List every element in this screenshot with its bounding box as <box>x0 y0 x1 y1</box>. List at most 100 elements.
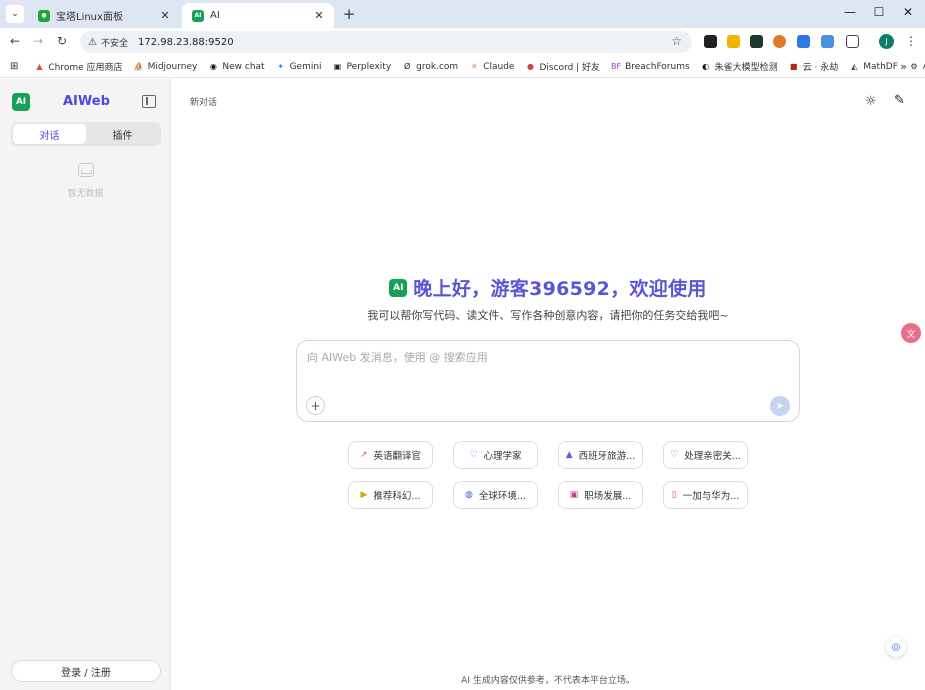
extension-icon[interactable] <box>821 35 834 48</box>
tab-plugins[interactable]: 插件 <box>86 124 159 144</box>
app-logo-icon: AI <box>12 93 30 111</box>
bookmark-item[interactable]: Øgrok.com <box>402 62 458 72</box>
bookmark-favicon-icon: ⛵ <box>133 62 144 71</box>
bookmark-favicon-icon: ● <box>526 62 534 71</box>
suggestion-label: 心理学家 <box>483 451 522 462</box>
browser-tab-bar: ⌄ ● 宝塔Linux面板 ✕ AI AI ✕ + — ☐ ✕ <box>0 0 925 28</box>
suggestion-icon: ♡ <box>469 450 478 460</box>
browser-menu-icon[interactable]: ⋮ <box>905 34 917 48</box>
new-chat-edit-icon[interactable]: ✎ <box>894 93 905 108</box>
extension-icon[interactable] <box>750 35 763 48</box>
brand-name: AIWeb <box>63 94 110 109</box>
suggestion-chip[interactable]: ▯ 一加与华为... <box>663 481 748 509</box>
suggestion-icon: ▯ <box>671 490 677 500</box>
tab-ai[interactable]: AI AI ✕ <box>182 3 334 28</box>
bookmark-star-icon[interactable]: ☆ <box>671 34 682 48</box>
bookmark-item[interactable]: ▲ Chrome 应用商店 <box>34 60 122 73</box>
bookmark-item[interactable]: ▣ Perplexity <box>333 62 391 72</box>
suggestion-icon: ♡ <box>670 450 679 460</box>
profile-avatar[interactable]: J <box>879 34 894 49</box>
bookmark-item[interactable]: BF BreachForums <box>611 62 690 72</box>
suggestion-chip[interactable]: ◍ 全球环境... <box>453 481 538 509</box>
tab-baota[interactable]: ● 宝塔Linux面板 ✕ <box>28 3 180 28</box>
bookmark-item[interactable]: ● Discord | 好友 <box>525 60 600 73</box>
greeting: AI 晚上好，游客396592，欢迎使用 <box>171 274 925 301</box>
bookmark-favicon-icon: ▲ <box>36 62 43 71</box>
bookmark-favicon-icon: ◉ <box>209 62 217 71</box>
suggestion-icon: ◍ <box>465 490 473 500</box>
bookmark-item[interactable]: ⛵ Midjourney <box>134 62 198 72</box>
ai-logo-icon: AI <box>389 278 408 297</box>
bookmark-label: grok.com <box>416 61 459 72</box>
tab-title: AI <box>210 10 220 21</box>
insecure-label[interactable]: 不安全 <box>101 36 128 49</box>
extension-icon[interactable] <box>797 35 810 48</box>
bookmark-item[interactable]: ◐ 朱雀大模型检测 <box>701 60 778 73</box>
message-composer: + ➤ <box>296 340 800 422</box>
bookmark-item[interactable]: ✦ Gemini <box>276 61 322 72</box>
bookmark-favicon-icon: ✦ <box>277 62 284 71</box>
address-bar[interactable]: ⚠ 不安全 172.98.23.88:9520 ☆ <box>80 31 692 53</box>
suggestion-icon: ▶ <box>360 490 368 500</box>
bookmark-label: Gemini <box>289 61 322 72</box>
collapse-sidebar-icon[interactable] <box>142 95 156 108</box>
tab-conversations[interactable]: 对话 <box>13 124 86 144</box>
suggestion-label: 推荐科幻... <box>373 491 421 502</box>
suggestion-chip[interactable]: ↗ 英语翻译官 <box>348 441 433 469</box>
empty-inbox-icon <box>78 163 94 177</box>
minimize-icon[interactable]: — <box>840 5 860 19</box>
greeting-subtitle: 我可以帮你写代码、读文件、写作各种创意内容，请把你的任务交给我吧~ <box>367 309 729 322</box>
suggestion-chip[interactable]: ♡ 心理学家 <box>453 441 538 469</box>
main-content: 新对话 ☼ ✎ AI 晚上好，游客396592，欢迎使用 我可以帮你写代码、读文… <box>171 79 925 690</box>
bookmark-favicon-icon: ◐ <box>702 62 710 71</box>
suggestion-chip[interactable]: ▶ 推荐科幻... <box>348 481 433 509</box>
suggestion-chip[interactable]: ▲ 西班牙旅游... <box>558 441 643 469</box>
bookmark-item[interactable]: ◭ MathDF <box>849 62 898 72</box>
browser-toolbar: ← → ↻ ⚠ 不安全 172.98.23.88:9520 ☆ J ⋮ <box>0 28 925 56</box>
assistant-float-icon[interactable]: ◎ <box>886 637 906 657</box>
apps-grid-icon[interactable]: ⊞ <box>10 61 18 72</box>
tab-search-chevron-icon[interactable]: ⌄ <box>6 5 24 23</box>
url-text[interactable]: 172.98.23.88:9520 <box>138 37 234 48</box>
bookmark-label: 云 · 永劫 <box>802 63 839 73</box>
maximize-icon[interactable]: ☐ <box>869 5 889 19</box>
extension-icon[interactable] <box>727 35 740 48</box>
bookmark-item[interactable]: ■ 云 · 永劫 <box>789 60 839 73</box>
extension-icon[interactable] <box>773 35 786 48</box>
send-button[interactable]: ➤ <box>770 396 790 416</box>
attach-plus-button[interactable]: + <box>306 396 325 415</box>
sidebar: AI AIWeb 对话 插件 暂无数据 登录 / 注册 <box>0 79 171 690</box>
forward-arrow-icon[interactable]: → <box>30 34 46 48</box>
bookmark-item[interactable]: ⚙AIshare <box>909 62 925 72</box>
suggestion-label: 处理亲密关... <box>684 451 741 462</box>
extensions-puzzle-icon[interactable] <box>846 35 859 48</box>
bookmark-item[interactable]: ◉ New chat <box>208 62 265 72</box>
bookmarks-bar: ⊞ ▲ Chrome 应用商店 ⛵ Midjourney ◉ New chat ✦ Gemin… <box>0 56 925 78</box>
more-bookmarks-icon[interactable]: » <box>900 60 907 73</box>
bookmark-label: Midjourney <box>147 61 198 72</box>
bookmark-label: BreachForums <box>625 61 690 72</box>
suggestion-icon: ▣ <box>569 490 579 500</box>
suggestion-label: 一加与华为... <box>682 491 740 502</box>
bookmark-favicon-icon: ■ <box>789 62 798 71</box>
suggestion-chip[interactable]: ♡ 处理亲密关... <box>663 441 748 469</box>
suggestion-chip[interactable]: ▣ 职场发展... <box>558 481 643 509</box>
new-tab-plus-icon[interactable]: + <box>340 5 358 23</box>
back-arrow-icon[interactable]: ← <box>7 34 23 48</box>
extension-icon[interactable] <box>704 35 717 48</box>
baota-favicon-icon: ● <box>38 9 50 22</box>
bookmark-label: MathDF <box>863 61 898 72</box>
bookmark-item[interactable]: ✳ Claude <box>469 61 515 72</box>
bookmark-favicon-icon: ◭ <box>851 62 858 71</box>
close-tab-icon[interactable]: ✕ <box>158 9 172 22</box>
login-register-button[interactable]: 登录 / 注册 <box>11 660 161 682</box>
close-window-icon[interactable]: ✕ <box>898 5 918 19</box>
translate-icon[interactable]: 文 <box>901 323 921 343</box>
reload-icon[interactable]: ↻ <box>54 34 70 48</box>
theme-toggle-sun-icon[interactable]: ☼ <box>865 94 877 109</box>
close-tab-icon[interactable]: ✕ <box>312 9 326 22</box>
empty-state-text: 暂无数据 <box>67 189 104 199</box>
bookmark-label: Claude <box>483 61 515 72</box>
bookmark-favicon-icon: ✳ <box>470 62 478 71</box>
message-input[interactable] <box>307 349 787 389</box>
